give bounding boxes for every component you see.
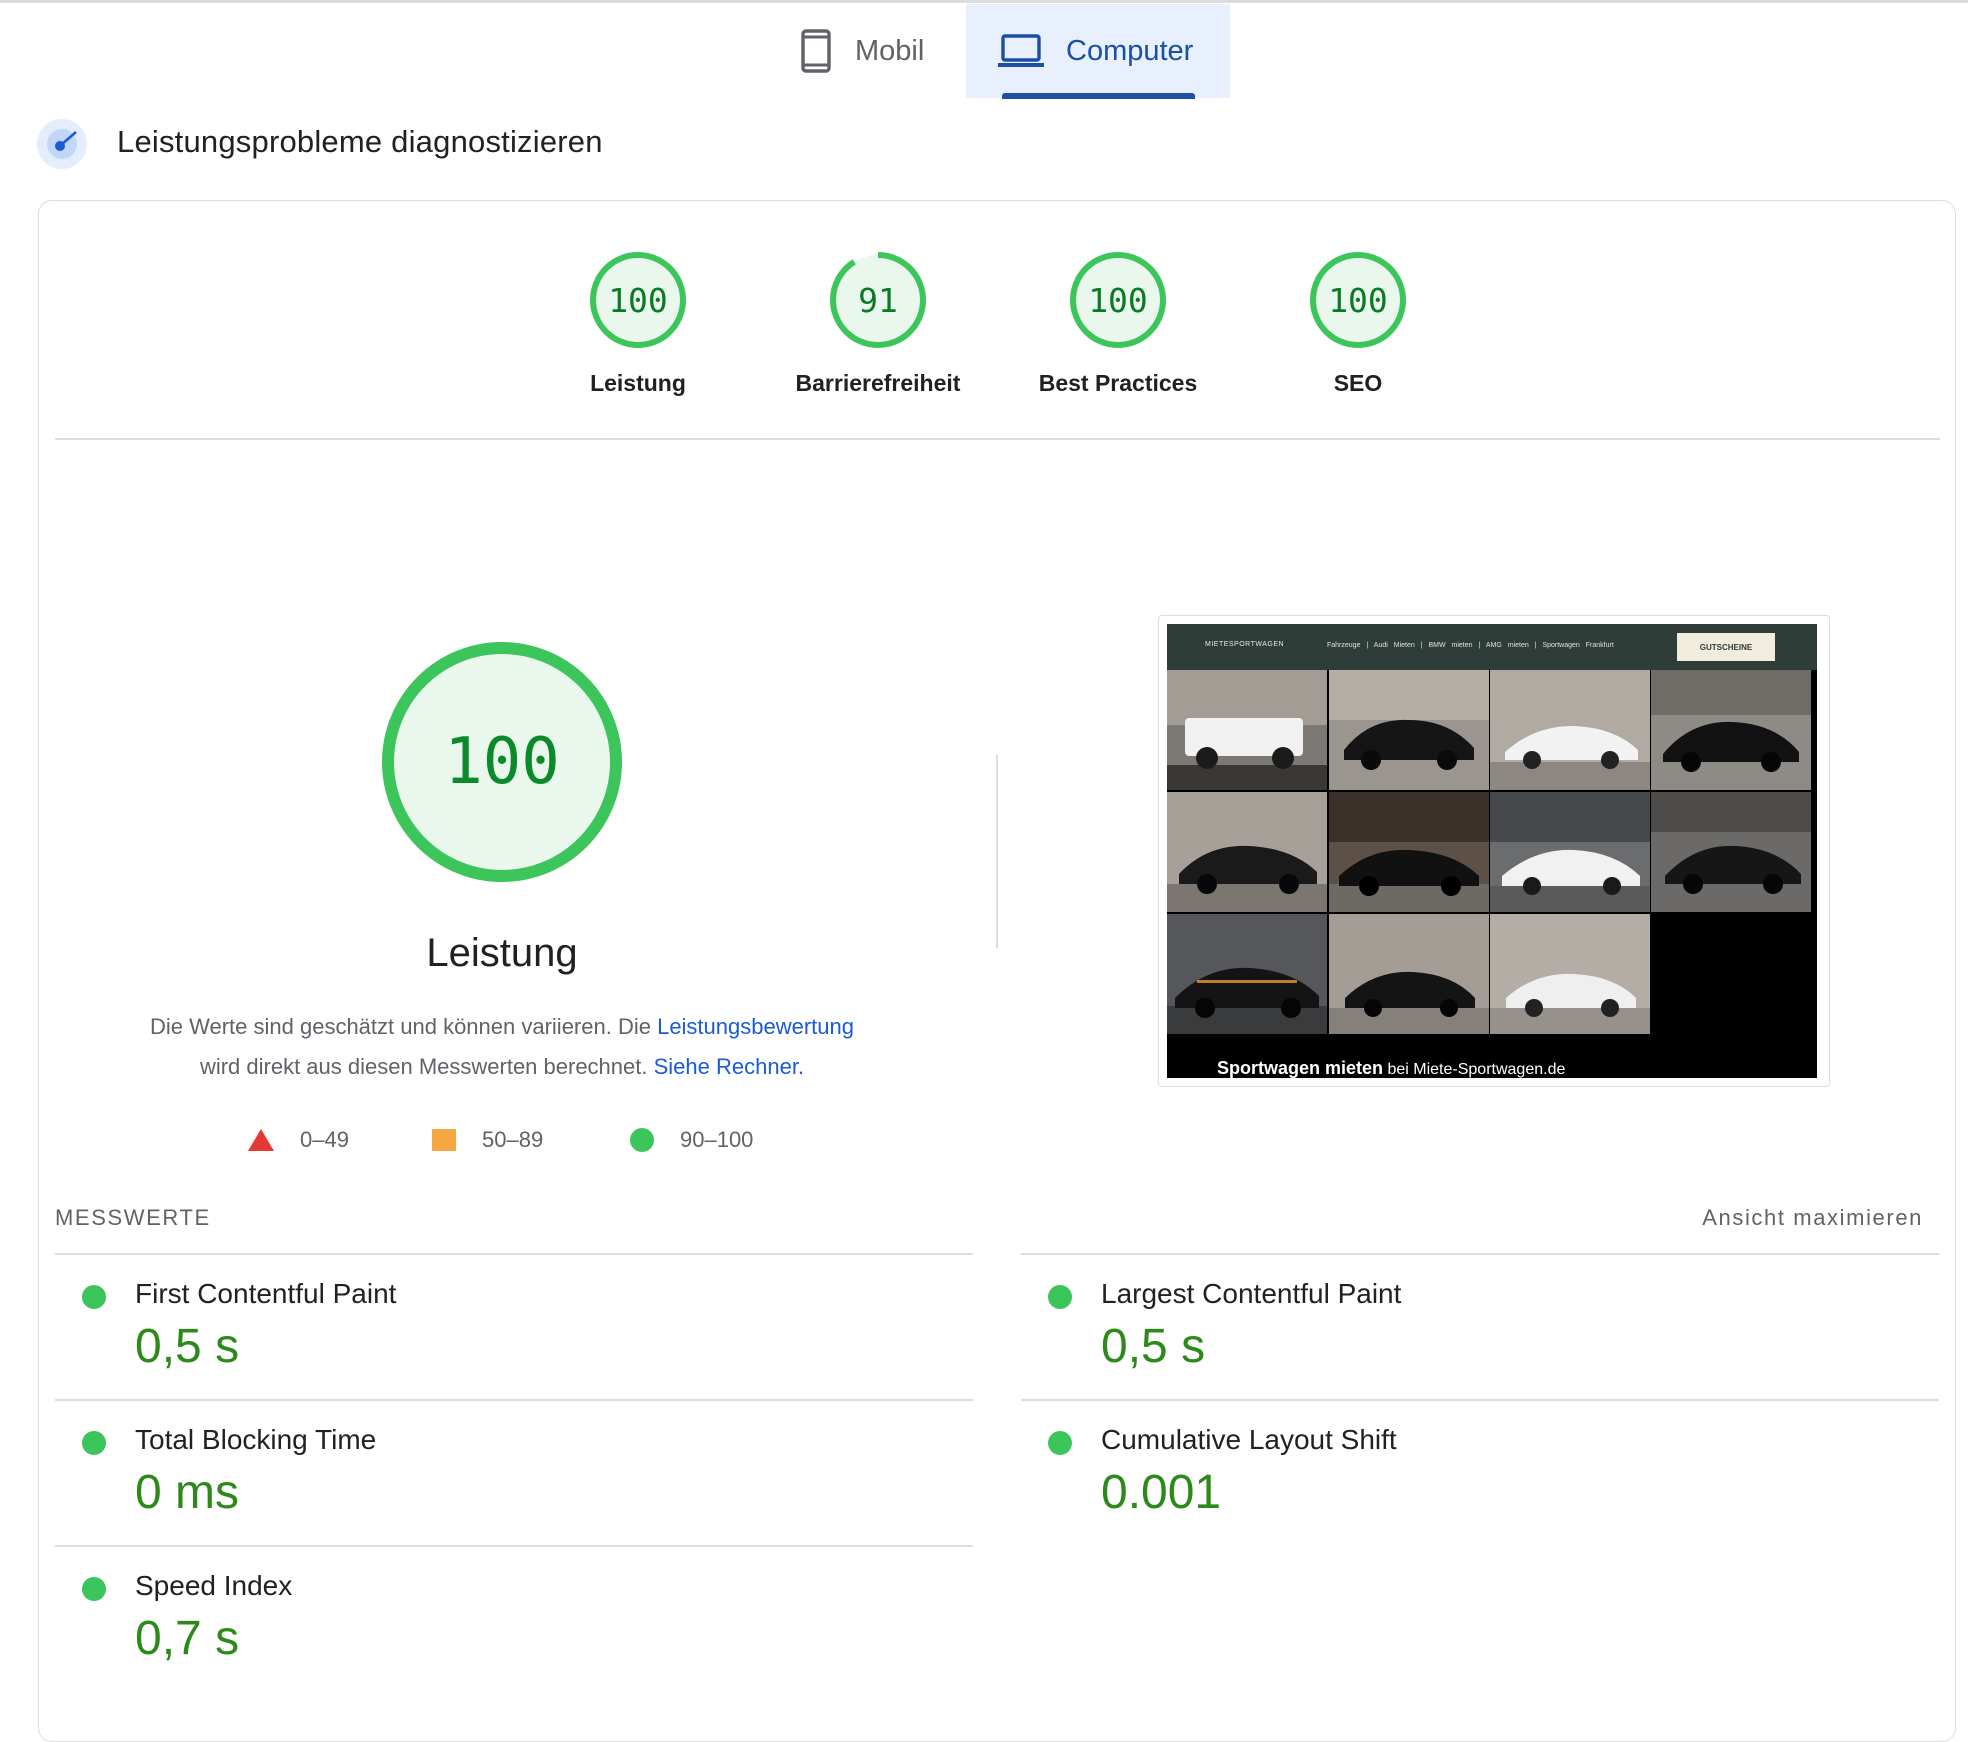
screenshot-button: GUTSCHEINE bbox=[1677, 633, 1775, 661]
tab-computer-label: Computer bbox=[1066, 34, 1194, 67]
legend-average: 50–89 bbox=[432, 1125, 543, 1155]
car-image bbox=[1329, 792, 1489, 912]
caption-bold: Sportwagen mieten bbox=[1217, 1058, 1384, 1078]
circle-icon bbox=[630, 1128, 654, 1152]
top-border bbox=[0, 0, 1968, 3]
pass-circle-icon bbox=[82, 1285, 106, 1309]
car-image bbox=[1167, 792, 1327, 912]
pass-circle-icon bbox=[1048, 1431, 1072, 1455]
square-icon bbox=[432, 1129, 456, 1151]
tab-mobile-label: Mobil bbox=[855, 34, 925, 67]
diagnose-icon bbox=[36, 118, 88, 170]
metric-label: Largest Contentful Paint bbox=[1101, 1278, 1402, 1309]
metric-total-blocking-time[interactable]: Total Blocking Time 0 ms bbox=[55, 1411, 955, 1551]
tab-mobile[interactable]: Mobil bbox=[785, 4, 965, 98]
desc-text-2: wird direkt aus diesen Messwerten berech… bbox=[199, 1054, 654, 1079]
car-image bbox=[1490, 670, 1650, 790]
car-image bbox=[1329, 670, 1489, 790]
legend-range: 90–100 bbox=[680, 1127, 754, 1152]
final-screenshot[interactable]: MIETESPORTWAGEN Fahrzeuge | Audi Mieten … bbox=[1167, 624, 1817, 1078]
screenshot-caption: Sportwagen mieten bei Miete-Sportwagen.d… bbox=[1217, 1058, 1565, 1078]
metric-divider bbox=[1021, 1253, 1939, 1255]
gauge-value: 100 bbox=[608, 280, 668, 320]
pass-circle-icon bbox=[82, 1431, 106, 1455]
smartphone-icon bbox=[801, 29, 831, 73]
car-image bbox=[1651, 670, 1811, 790]
metric-value: 0 ms bbox=[135, 1466, 240, 1519]
metrics-heading: MESSWERTE bbox=[55, 1205, 211, 1230]
legend-range: 50–89 bbox=[482, 1127, 544, 1152]
screenshot-menu: Fahrzeuge | Audi Mieten | BMW mieten | A… bbox=[1327, 642, 1614, 649]
metric-largest-contentful-paint[interactable]: Largest Contentful Paint 0,5 s bbox=[1021, 1265, 1921, 1405]
car-image bbox=[1329, 914, 1489, 1034]
metric-speed-index[interactable]: Speed Index 0,7 s bbox=[55, 1557, 955, 1697]
laptop-icon bbox=[998, 34, 1044, 68]
gauge-label: Best Practices bbox=[1038, 370, 1198, 396]
metric-first-contentful-paint[interactable]: First Contentful Paint 0,5 s bbox=[55, 1265, 955, 1405]
performance-score: 100 bbox=[444, 725, 560, 799]
gauge-value: 100 bbox=[1328, 280, 1388, 320]
gauge-best-practices[interactable]: 100 Best Practices bbox=[1018, 250, 1218, 396]
metric-divider bbox=[55, 1399, 973, 1401]
car-image bbox=[1490, 914, 1650, 1034]
gauge-label: SEO bbox=[1333, 370, 1383, 396]
desc-text-1: Die Werte sind geschätzt und können vari… bbox=[149, 1014, 658, 1039]
caption-rest: bei Miete-Sportwagen.de bbox=[1383, 1061, 1566, 1078]
gauge-value: 100 bbox=[1088, 280, 1148, 320]
car-image-grid bbox=[1167, 670, 1817, 1036]
triangle-icon bbox=[248, 1129, 274, 1151]
performance-title: Leistung bbox=[426, 931, 578, 975]
gauge-value: 91 bbox=[858, 280, 898, 320]
diagnose-title: Leistungsprobleme diagnostizieren bbox=[117, 124, 603, 159]
performance-description: Die Werte sind geschätzt und können vari… bbox=[100, 1007, 904, 1087]
metric-divider bbox=[55, 1545, 973, 1547]
gauge-label: Leistung bbox=[590, 370, 686, 396]
metric-value: 0,5 s bbox=[1101, 1320, 1206, 1373]
metric-label: Cumulative Layout Shift bbox=[1101, 1424, 1397, 1455]
expand-view-toggle[interactable]: Ansicht maximieren bbox=[1702, 1205, 1923, 1231]
legend-fail: 0–49 bbox=[248, 1125, 349, 1155]
vertical-divider bbox=[996, 755, 998, 948]
car-image bbox=[1167, 914, 1327, 1034]
tab-computer[interactable]: Computer bbox=[966, 4, 1230, 98]
gauge-leistung[interactable]: 100 Leistung bbox=[538, 250, 738, 396]
metric-cumulative-layout-shift[interactable]: Cumulative Layout Shift 0.001 bbox=[1021, 1411, 1921, 1551]
metric-value: 0,5 s bbox=[135, 1320, 240, 1373]
pass-circle-icon bbox=[82, 1577, 106, 1601]
metric-divider bbox=[1021, 1399, 1939, 1401]
car-image bbox=[1167, 670, 1327, 790]
section-divider bbox=[55, 438, 1940, 440]
tab-active-indicator bbox=[1002, 93, 1195, 99]
car-image bbox=[1490, 792, 1650, 912]
car-image bbox=[1651, 792, 1811, 912]
metric-value: 0,7 s bbox=[135, 1612, 240, 1665]
gauge-label: Barrierefreiheit bbox=[795, 370, 961, 396]
screenshot-logo: MIETESPORTWAGEN bbox=[1205, 641, 1285, 648]
metric-label: Speed Index bbox=[135, 1570, 293, 1601]
pass-circle-icon bbox=[1048, 1285, 1072, 1309]
metric-divider bbox=[55, 1253, 973, 1255]
screenshot-navbar: MIETESPORTWAGEN Fahrzeuge | Audi Mieten … bbox=[1167, 624, 1817, 670]
metric-value: 0.001 bbox=[1101, 1466, 1222, 1519]
metric-label: Total Blocking Time bbox=[135, 1424, 377, 1455]
gauge-barrierefreiheit[interactable]: 91 Barrierefreiheit bbox=[778, 250, 978, 396]
gauge-seo[interactable]: 100 SEO bbox=[1258, 250, 1458, 396]
link-siehe-rechner[interactable]: Siehe Rechner. bbox=[654, 1054, 804, 1079]
metric-label: First Contentful Paint bbox=[135, 1278, 397, 1309]
link-leistungsbewertung[interactable]: Leistungsbewertung bbox=[657, 1014, 854, 1039]
legend-pass: 90–100 bbox=[630, 1125, 753, 1155]
legend-range: 0–49 bbox=[300, 1127, 349, 1152]
